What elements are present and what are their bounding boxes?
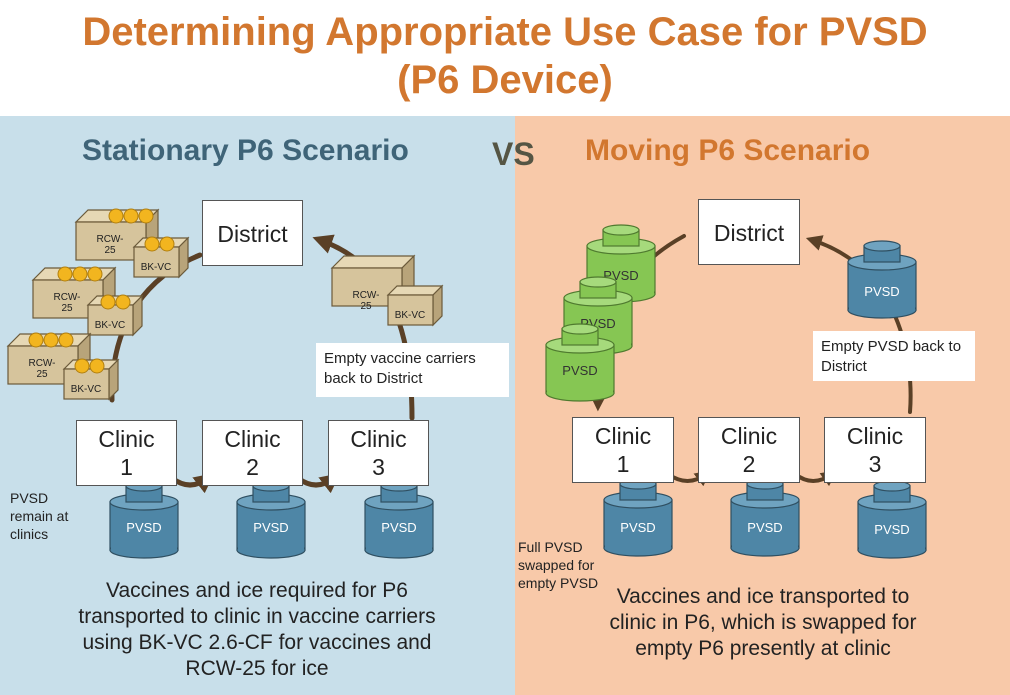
clinic-label: Clinic xyxy=(594,423,652,449)
svg-text:PVSD: PVSD xyxy=(874,522,909,537)
svg-text:25: 25 xyxy=(360,301,372,312)
stationary-clinic-3: Clinic 3 xyxy=(328,420,429,486)
stationary-side-note: PVSD remain at clinics xyxy=(10,490,69,542)
pvsd-device: PVSD xyxy=(109,480,179,559)
svg-text:PVSD: PVSD xyxy=(381,520,416,535)
svg-text:BK-VC: BK-VC xyxy=(71,384,102,395)
svg-text:RCW-: RCW- xyxy=(53,292,80,303)
svg-text:25: 25 xyxy=(36,369,48,380)
svg-text:RCW-: RCW- xyxy=(28,358,55,369)
clinic-label: Clinic xyxy=(720,423,778,449)
moving-caption: Vaccines and ice transported to clinic i… xyxy=(609,585,917,660)
svg-text:BK-VC: BK-VC xyxy=(95,320,126,331)
full-pvsd-stack: PVSD PVSD PVSD xyxy=(545,224,656,402)
clinic-number: 3 xyxy=(868,451,882,477)
clinic-number: 2 xyxy=(246,454,259,480)
pvsd-device: PVSD xyxy=(236,480,306,559)
stationary-clinic-2: Clinic 2 xyxy=(202,420,303,486)
clinic-number: 1 xyxy=(616,451,630,477)
svg-text:BK-VC: BK-VC xyxy=(141,262,172,273)
empty-carriers-return: RCW- 25 BK-VC xyxy=(331,255,443,326)
stationary-carrier-stack: RCW- 25 BK-VC RCW- 25 BK-VC RCW- 25 BK-V… xyxy=(7,208,189,400)
svg-text:25: 25 xyxy=(104,245,116,256)
clinic-label: Clinic xyxy=(98,426,155,452)
moving-return-note: Empty PVSD back to District xyxy=(813,331,975,381)
pvsd-device: PVSD xyxy=(730,478,800,557)
clinic-label: Clinic xyxy=(224,426,281,452)
stationary-clinic-1: Clinic 1 xyxy=(76,420,177,486)
clinic-number: 1 xyxy=(120,454,133,480)
clinic-label: Clinic xyxy=(350,426,407,452)
stationary-caption: Vaccines and ice required for P6 transpo… xyxy=(78,579,436,680)
clinic-label: Clinic xyxy=(846,423,904,449)
stationary-pvsd-units: PVSD PVSD PVSD xyxy=(109,480,434,559)
pvsd-device: PVSD xyxy=(857,480,927,559)
svg-text:BK-VC: BK-VC xyxy=(395,310,426,321)
moving-district-box: District xyxy=(698,199,800,265)
svg-text:PVSD: PVSD xyxy=(747,520,782,535)
clinic-number: 2 xyxy=(742,451,756,477)
pvsd-device: PVSD xyxy=(364,480,434,559)
svg-text:PVSD: PVSD xyxy=(864,284,899,299)
clinic-number: 3 xyxy=(372,454,385,480)
svg-text:PVSD: PVSD xyxy=(253,520,288,535)
moving-clinic-3: Clinic 3 xyxy=(824,417,926,483)
svg-text:25: 25 xyxy=(61,303,73,314)
svg-text:PVSD: PVSD xyxy=(562,363,597,378)
stationary-district-box: District xyxy=(202,200,303,266)
moving-pvsd-units: PVSD PVSD PVSD xyxy=(603,478,927,559)
svg-text:RCW-: RCW- xyxy=(352,290,379,301)
moving-clinic-1: Clinic 1 xyxy=(572,417,674,483)
svg-text:PVSD: PVSD xyxy=(126,520,161,535)
district-label: District xyxy=(713,220,785,246)
rcw-label-1: RCW- xyxy=(96,234,123,245)
svg-text:PVSD: PVSD xyxy=(620,520,655,535)
moving-clinic-2: Clinic 2 xyxy=(698,417,800,483)
district-label: District xyxy=(217,221,288,247)
empty-pvsd-return: PVSD xyxy=(847,240,917,319)
stationary-return-note: Empty vaccine carriers back to District xyxy=(316,343,509,397)
